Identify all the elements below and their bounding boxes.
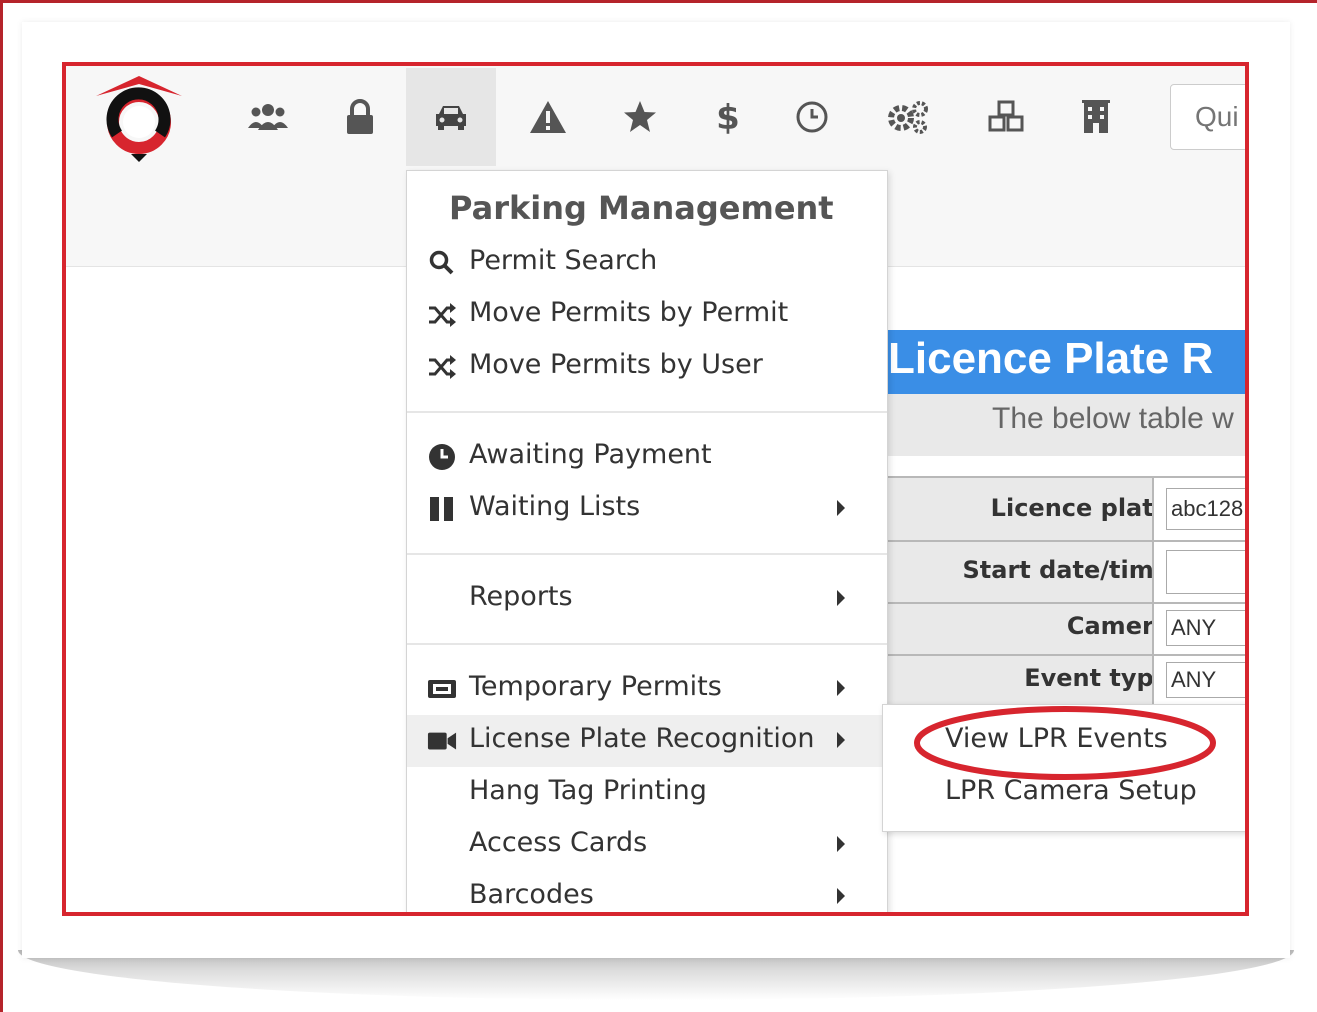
field-cell (1152, 478, 1245, 540)
submenu-caret-icon (837, 888, 845, 904)
menu-item-label: License Plate Recognition (469, 723, 815, 754)
menu-divider (407, 411, 887, 413)
menu-item-move-permits-by-user[interactable]: Move Permits by User (407, 341, 887, 393)
menu-item-access-cards[interactable]: Access Cards (407, 819, 887, 871)
menu-item-label: Waiting Lists (469, 491, 641, 522)
field-cell (1152, 656, 1245, 708)
parking-management-menu: Parking Management Permit Search Move Pe… (406, 170, 888, 912)
menu-item-reports[interactable]: Reports (407, 573, 887, 625)
licence-plate-input[interactable] (1166, 488, 1245, 530)
shuffle-icon (427, 301, 457, 329)
quick-search-input[interactable] (1170, 84, 1245, 150)
event-type-select[interactable] (1166, 662, 1245, 698)
field-cell (1152, 542, 1245, 602)
field-cell (1152, 604, 1245, 654)
field-row-start-date: Start date/time (884, 540, 1245, 602)
clock-icon (427, 443, 457, 471)
menu-item-label: Temporary Permits (469, 671, 722, 702)
highlight-annotation (914, 706, 1216, 780)
menu-item-permit-search[interactable]: Permit Search (407, 237, 887, 289)
menu-header: Parking Management (449, 189, 834, 227)
menu-item-label: Awaiting Payment (469, 439, 712, 470)
submenu-caret-icon (837, 590, 845, 606)
cubes-icon[interactable] (976, 88, 1036, 146)
menu-item-awaiting-payment[interactable]: Awaiting Payment (407, 431, 887, 483)
field-row-licence-plate: Licence plate (884, 476, 1245, 540)
menu-item-label: Reports (469, 581, 573, 612)
gears-icon[interactable] (878, 88, 938, 146)
submenu-caret-icon (837, 500, 845, 516)
field-label: Start date/time (962, 556, 1171, 584)
users-icon[interactable] (238, 88, 298, 146)
menu-item-label: Move Permits by User (469, 349, 763, 380)
menu-item-label: Move Permits by Permit (469, 297, 789, 328)
submenu-caret-icon (837, 836, 845, 852)
submenu-caret-icon (837, 680, 845, 696)
menu-divider (407, 643, 887, 645)
pause-icon (427, 495, 457, 523)
menu-divider (407, 553, 887, 555)
svg-text:$: $ (716, 99, 740, 135)
menu-item-label: Access Cards (469, 827, 648, 858)
ticket-icon (427, 675, 457, 703)
screenshot-frame: $ Licence Plate R The below table w Lice… (62, 62, 1249, 916)
start-datetime-input[interactable] (1166, 550, 1245, 594)
page-subtitle: The below table w (992, 402, 1234, 435)
submenu-caret-icon (837, 732, 845, 748)
menu-item-label: Permit Search (469, 245, 658, 276)
menu-item-move-permits-by-permit[interactable]: Move Permits by Permit (407, 289, 887, 341)
video-camera-icon (427, 727, 457, 755)
dollar-icon[interactable]: $ (700, 88, 756, 146)
field-label: Event type (1024, 664, 1170, 692)
star-icon[interactable] (612, 88, 668, 146)
building-icon[interactable] (1068, 88, 1124, 146)
field-row-camera: Camera (884, 602, 1245, 654)
field-label: Licence plate (990, 494, 1170, 522)
camera-select[interactable] (1166, 610, 1245, 646)
menu-item-barcodes[interactable]: Barcodes (407, 871, 887, 912)
menu-item-label: Barcodes (469, 879, 594, 910)
menu-item-license-plate-recognition[interactable]: License Plate Recognition (407, 715, 887, 767)
menu-item-hang-tag-printing[interactable]: Hang Tag Printing (407, 767, 887, 819)
logo-icon[interactable] (94, 74, 184, 168)
shuffle-icon (427, 353, 457, 381)
menu-item-temporary-permits[interactable]: Temporary Permits (407, 663, 887, 715)
search-icon (427, 249, 457, 277)
clock-icon[interactable] (784, 88, 840, 146)
menu-item-label: Hang Tag Printing (469, 775, 707, 806)
menu-item-waiting-lists[interactable]: Waiting Lists (407, 483, 887, 535)
lock-icon[interactable] (332, 88, 388, 146)
page-title: Licence Plate R (888, 334, 1214, 383)
field-row-event-type: Event type (884, 654, 1245, 708)
car-icon[interactable] (406, 68, 496, 166)
warning-icon[interactable] (518, 88, 578, 146)
